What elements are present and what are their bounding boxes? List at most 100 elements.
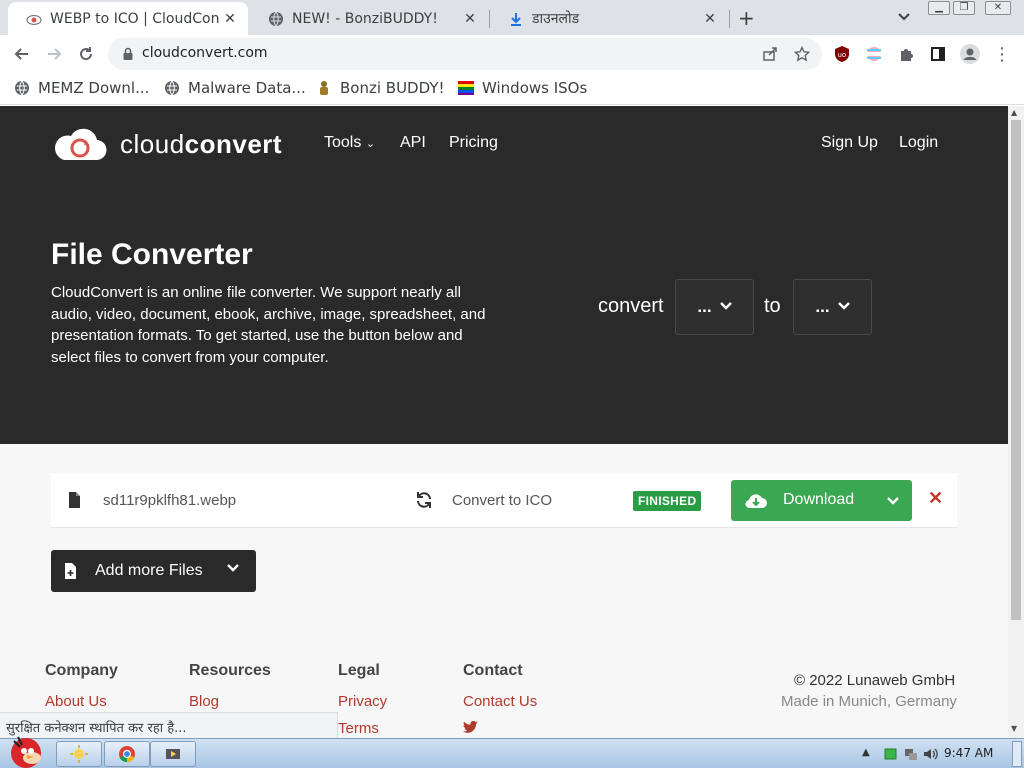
extension-flag-icon[interactable] (862, 42, 886, 66)
tab-cloudconvert[interactable]: WEBP to ICO | CloudConvert ✕ (8, 2, 248, 35)
side-panel-icon[interactable] (926, 42, 950, 66)
bookmark-windows-isos[interactable]: Windows ISOs (458, 79, 587, 97)
back-icon[interactable] (10, 42, 34, 66)
restore-button[interactable]: ❐ (953, 1, 975, 15)
bookmark-memz[interactable]: MEMZ Downl... (14, 79, 149, 97)
share-icon[interactable] (760, 44, 780, 64)
bookmark-label: Bonzi BUDDY! (340, 79, 445, 97)
file-icon (68, 492, 81, 511)
file-plus-icon (64, 563, 77, 584)
scrollbar-thumb[interactable] (1011, 120, 1021, 620)
tab-close-icon[interactable]: ✕ (220, 11, 240, 27)
page-scrollbar[interactable]: ▲ ▼ (1008, 106, 1024, 738)
bookmark-malware-data[interactable]: Malware Data... (164, 79, 306, 97)
nav-pricing[interactable]: Pricing (449, 134, 498, 152)
bookmark-star-icon[interactable] (792, 44, 812, 64)
browser-toolbar: cloudconvert.com uo ⋮ (0, 35, 1024, 73)
footer-heading-legal: Legal (338, 662, 380, 679)
status-badge: FINISHED (633, 491, 702, 511)
taskbar-clock[interactable]: 9:47 AM (944, 746, 993, 760)
remove-file-icon[interactable]: ✕ (928, 488, 943, 509)
footer-link-privacy[interactable]: Privacy (338, 693, 387, 710)
to-format-value: ... (815, 297, 830, 316)
taskbar-app-chrome[interactable] (104, 741, 150, 767)
page-title: File Converter (51, 238, 253, 271)
cloud-download-icon (745, 492, 767, 514)
close-window-button[interactable]: ✕ (985, 1, 1011, 15)
tab-close-icon[interactable]: ✕ (460, 11, 480, 27)
tab-download[interactable]: डाउनलोड ✕ (490, 2, 728, 35)
footer-link-terms[interactable]: Terms (338, 720, 379, 737)
extensions-puzzle-icon[interactable] (894, 42, 918, 66)
download-icon (508, 11, 524, 27)
bonzi-icon (316, 80, 332, 96)
chevron-down-icon: ⌄ (365, 138, 376, 150)
file-row: sd11r9pklfh81.webp Convert to ICO FINISH… (51, 473, 957, 528)
to-format-select[interactable]: ... (793, 279, 872, 335)
download-button[interactable]: Download (731, 480, 912, 521)
convert-target-label[interactable]: Convert to ICO (452, 492, 552, 509)
cloud-logo-icon (55, 128, 107, 161)
media-player-icon (166, 749, 180, 759)
taskbar-app-sun[interactable] (56, 741, 102, 767)
nav-tools[interactable]: Tools ⌄ (324, 134, 375, 152)
reload-icon[interactable] (74, 42, 98, 66)
tab-search-chevron-icon[interactable] (896, 8, 912, 28)
nav-sign-up[interactable]: Sign Up (821, 134, 878, 152)
hero-description: CloudConvert is an online file converter… (51, 284, 486, 366)
hero-section: cloudconvert Tools ⌄ API Pricing Sign Up… (0, 106, 1008, 444)
tab-separator (729, 10, 730, 28)
tab-close-icon[interactable]: ✕ (700, 11, 720, 27)
nav-login[interactable]: Login (899, 134, 938, 152)
tab-bonzibuddy[interactable]: NEW! - BonziBUDDY! ✕ (250, 2, 488, 35)
globe-icon (14, 80, 30, 96)
file-name: sd11r9pklfh81.webp (103, 492, 237, 509)
taskbar-app-media[interactable] (150, 741, 196, 767)
scroll-up-icon[interactable]: ▲ (1011, 108, 1017, 117)
footer-link-about-us[interactable]: About Us (45, 693, 107, 710)
ublock-icon[interactable]: uo (830, 42, 854, 66)
lock-icon[interactable] (120, 46, 136, 62)
volume-icon[interactable] (922, 746, 938, 766)
tab-strip: WEBP to ICO | CloudConvert ✕ NEW! - Bonz… (0, 0, 1024, 35)
forward-icon[interactable] (42, 42, 66, 66)
bookmark-bonzi-buddy[interactable]: Bonzi BUDDY! (316, 79, 445, 97)
address-bar[interactable]: cloudconvert.com (108, 38, 822, 70)
show-desktop-button[interactable] (1012, 741, 1022, 767)
battery-icon[interactable] (884, 748, 898, 764)
profile-avatar-icon[interactable] (958, 42, 982, 66)
twitter-icon[interactable] (463, 720, 478, 737)
cloudconvert-logo[interactable]: cloudconvert (52, 124, 282, 164)
chevron-down-icon (837, 301, 850, 314)
tray-expand-icon[interactable]: ▲ (862, 747, 870, 758)
minimize-button[interactable]: ▁ (928, 1, 950, 15)
from-format-select[interactable]: ... (675, 279, 754, 335)
add-files-label: Add more Files (95, 562, 203, 579)
tab-title: डाउनलोड (532, 11, 580, 27)
download-label: Download (783, 491, 855, 508)
logo-wordmark: cloudconvert (120, 128, 283, 159)
nav-api[interactable]: API (400, 134, 426, 152)
footer-heading-company: Company (45, 662, 118, 679)
network-icon[interactable] (904, 747, 918, 765)
to-label: to (764, 295, 781, 317)
from-format-value: ... (697, 297, 712, 316)
chevron-down-icon[interactable] (227, 562, 239, 576)
page-viewport: cloudconvert Tools ⌄ API Pricing Sign Up… (0, 106, 1008, 738)
scroll-down-icon[interactable]: ▼ (1011, 724, 1017, 733)
download-options-chevron-icon[interactable] (873, 480, 912, 521)
tab-title: NEW! - BonziBUDDY! (292, 10, 438, 27)
new-tab-button[interactable]: + (738, 6, 755, 30)
sun-icon (70, 745, 88, 763)
bookmarks-bar: MEMZ Downl... Malware Data... Bonzi BUDD… (0, 73, 1024, 105)
bookmark-label: Windows ISOs (482, 79, 588, 97)
start-button-bird-icon[interactable] (2, 731, 50, 773)
tab-title: WEBP to ICO | CloudConvert (50, 10, 220, 27)
menu-kebab-icon[interactable]: ⋮ (990, 42, 1014, 66)
footer-link-contact-us[interactable]: Contact Us (463, 693, 537, 710)
add-more-files-button[interactable]: Add more Files (51, 550, 256, 592)
footer-heading-resources: Resources (189, 662, 271, 679)
footer-link-blog[interactable]: Blog (189, 693, 219, 710)
bookmark-label: MEMZ Downl... (38, 79, 150, 97)
svg-text:uo: uo (838, 51, 847, 59)
